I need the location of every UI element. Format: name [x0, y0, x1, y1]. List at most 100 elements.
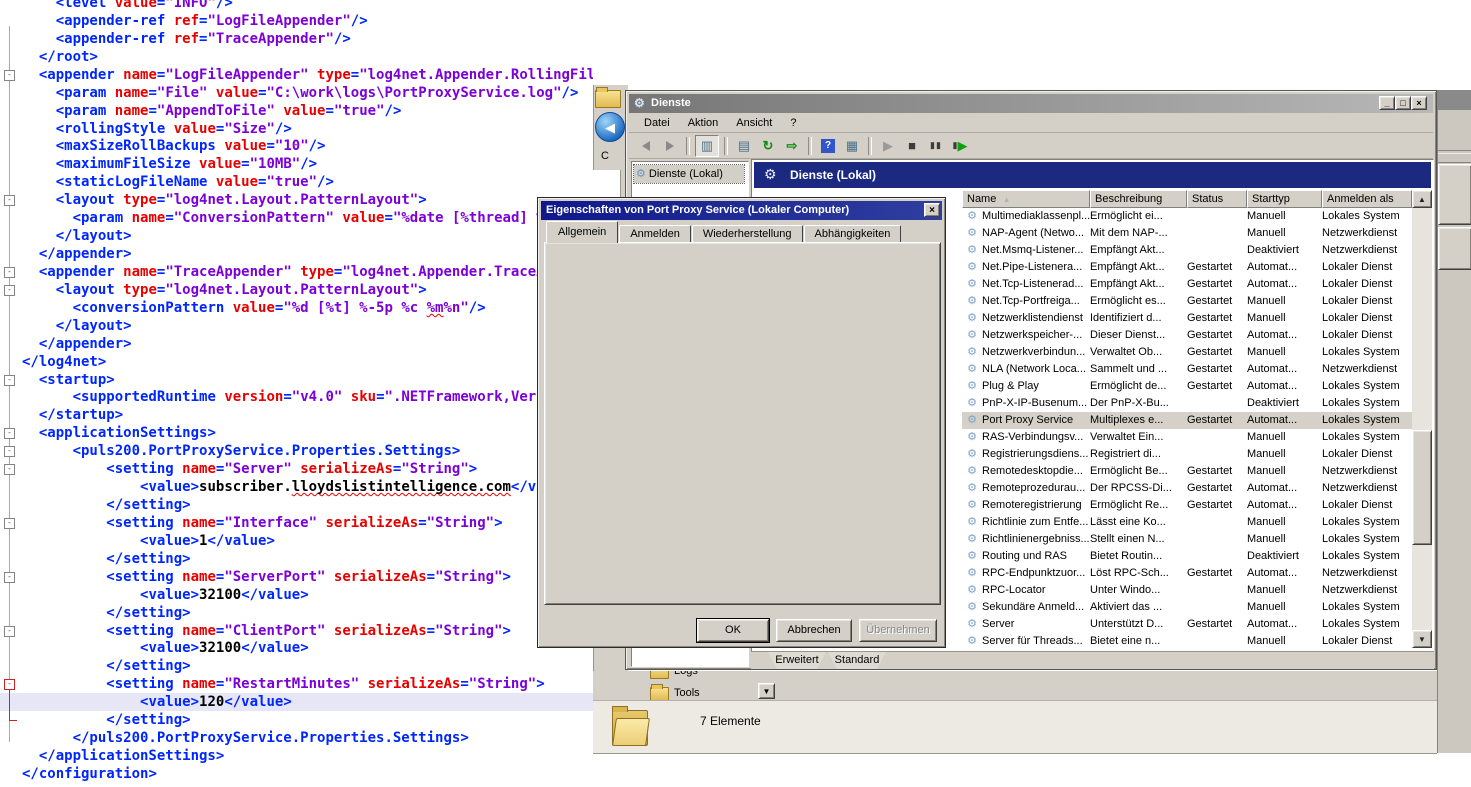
minimize-button[interactable]: _: [1379, 96, 1395, 110]
fold-box-icon[interactable]: -: [4, 285, 15, 296]
code-line[interactable]: <layout type="log4net.Layout.PatternLayo…: [0, 191, 593, 209]
code-line[interactable]: </puls200.PortProxyService.Properties.Se…: [0, 729, 593, 747]
code-line[interactable]: <setting name="Server" serializeAs="Stri…: [0, 460, 593, 478]
stop-service-icon[interactable]: ■: [901, 136, 923, 156]
fold-box-icon[interactable]: -: [4, 195, 15, 206]
code-line[interactable]: <maxSizeRollBackups value="10"/>: [0, 137, 593, 155]
uebernehmen-button[interactable]: Übernehmen: [859, 619, 937, 642]
code-line[interactable]: <supportedRuntime version="v4.0" sku=".N…: [0, 388, 593, 406]
code-line[interactable]: <conversionPattern value="%d [%t] %-5p %…: [0, 299, 593, 317]
code-line[interactable]: <value>32100</value>: [0, 639, 593, 657]
service-row[interactable]: ⚙Remoteprozedurau...Der RPCSS-Di...Gesta…: [962, 480, 1412, 497]
export-list-icon[interactable]: ⇨: [781, 136, 803, 156]
service-row[interactable]: ⚙Sekundäre Anmeld...Aktiviert das ...Man…: [962, 599, 1412, 616]
extended-view-icon[interactable]: ▦: [841, 136, 863, 156]
code-line[interactable]: </appender>: [0, 335, 593, 353]
column-header-status[interactable]: Status: [1187, 190, 1247, 208]
fold-box-selected-icon[interactable]: -: [4, 679, 15, 690]
fold-box-icon[interactable]: -: [4, 518, 15, 529]
service-row[interactable]: ⚙Netzwerkverbindun...Verwaltet Ob...Gest…: [962, 344, 1412, 361]
service-row[interactable]: ⚙Port Proxy ServiceMultiplexes e...Gesta…: [962, 412, 1412, 429]
back-icon[interactable]: [635, 136, 657, 156]
scroll-down-button[interactable]: ▼: [1412, 630, 1432, 648]
code-line[interactable]: </applicationSettings>: [0, 747, 593, 765]
fold-box-icon[interactable]: -: [4, 375, 15, 386]
code-line[interactable]: <level value="INFO"/>: [0, 0, 593, 12]
maximize-button[interactable]: □: [1395, 96, 1411, 110]
ok-button[interactable]: OK: [697, 619, 769, 642]
refresh-icon[interactable]: ↻: [757, 136, 779, 156]
code-line[interactable]: <appender name="TraceAppender" type="log…: [0, 263, 593, 281]
code-line[interactable]: <param name="ConversionPattern" value="%…: [0, 209, 593, 227]
dropdown-arrow-icon[interactable]: ▼: [758, 683, 775, 699]
vertical-scrollbar[interactable]: ▲ ▼: [1412, 190, 1432, 648]
menu-aktion[interactable]: Aktion: [679, 115, 728, 131]
code-line[interactable]: </setting>: [0, 496, 593, 514]
service-row[interactable]: ⚙RPC-LocatorUnter Windo...ManuellNetzwer…: [962, 582, 1412, 599]
service-row[interactable]: ⚙RPC-Endpunktzuor...Löst RPC-Sch...Gesta…: [962, 565, 1412, 582]
code-line[interactable]: <appender-ref ref="TraceAppender"/>: [0, 30, 593, 48]
view-tab-erweitert[interactable]: Erweitert: [768, 652, 826, 669]
view-tab-standard[interactable]: Standard: [828, 652, 886, 669]
code-line[interactable]: </layout>: [0, 317, 593, 335]
service-row[interactable]: ⚙NAP-Agent (Netwo...Mit dem NAP-...Manue…: [962, 225, 1412, 242]
code-line[interactable]: <setting name="ServerPort" serializeAs="…: [0, 568, 593, 586]
code-line[interactable]: </setting>: [0, 604, 593, 622]
service-row[interactable]: ⚙Net.Msmq-Listener...Empfängt Akt...Deak…: [962, 242, 1412, 259]
service-row[interactable]: ⚙PnP-X-IP-Busenum...Der PnP-X-Bu...Deakt…: [962, 395, 1412, 412]
service-row[interactable]: ⚙Richtlinie zum Entfe...Lässt eine Ko...…: [962, 514, 1412, 531]
show-console-tree-icon[interactable]: ▥: [695, 135, 719, 157]
start-service-icon[interactable]: ▶: [877, 136, 899, 156]
scroll-thumb[interactable]: [1412, 430, 1432, 545]
service-row[interactable]: ⚙Server für Threads...Bietet eine n...Ma…: [962, 633, 1412, 650]
code-area[interactable]: <level value="INFO"/> <appender-ref ref=…: [0, 0, 593, 787]
fold-box-icon[interactable]: -: [4, 446, 15, 457]
code-line[interactable]: </startup>: [0, 406, 593, 424]
code-line[interactable]: <maximumFileSize value="10MB"/>: [0, 155, 593, 173]
code-line[interactable]: <setting name="ClientPort" serializeAs="…: [0, 622, 593, 640]
code-line[interactable]: </appender>: [0, 245, 593, 263]
code-line[interactable]: <startup>: [0, 371, 593, 389]
column-header-starttyp[interactable]: Starttyp: [1247, 190, 1322, 208]
service-row[interactable]: ⚙Richtlinienergebniss...Stellt einen N..…: [962, 531, 1412, 548]
code-line[interactable]: </configuration>: [0, 765, 593, 783]
fold-box-icon[interactable]: -: [4, 428, 15, 439]
code-line[interactable]: </log4net>: [0, 353, 593, 371]
code-line[interactable]: <setting name="Interface" serializeAs="S…: [0, 514, 593, 532]
code-line[interactable]: <appender name="LogFileAppender" type="l…: [0, 66, 593, 84]
service-row[interactable]: ⚙ServerUnterstützt D...GestartetAutomat.…: [962, 616, 1412, 633]
code-line[interactable]: </layout>: [0, 227, 593, 245]
fold-box-icon[interactable]: -: [4, 626, 15, 637]
fold-box-icon[interactable]: -: [4, 267, 15, 278]
service-row[interactable]: ⚙RAS-Verbindungsv...Verwaltet Ein...Manu…: [962, 429, 1412, 446]
code-line[interactable]: <appender-ref ref="LogFileAppender"/>: [0, 12, 593, 30]
code-line[interactable]: <param name="File" value="C:\work\logs\P…: [0, 84, 593, 102]
column-header-name[interactable]: Name▴: [962, 190, 1090, 208]
service-row[interactable]: ⚙Netzwerkspeicher-...Dieser Dienst...Ges…: [962, 327, 1412, 344]
properties-icon[interactable]: ▤: [733, 136, 755, 156]
tree-item-dienste-lokal[interactable]: ⚙Dienste (Lokal): [634, 165, 744, 183]
code-line[interactable]: </setting>: [0, 657, 593, 675]
code-line[interactable]: <value>1</value>: [0, 532, 593, 550]
code-line[interactable]: <layout type="log4net.Layout.PatternLayo…: [0, 281, 593, 299]
code-line[interactable]: <value>32100</value>: [0, 586, 593, 604]
service-row[interactable]: ⚙Remotedesktopdie...Ermöglicht Be...Gest…: [962, 463, 1412, 480]
service-row[interactable]: ⚙Net.Tcp-Listenerad...Empfängt Akt...Ges…: [962, 276, 1412, 293]
restart-service-icon[interactable]: ▮▶: [949, 136, 971, 156]
abbrechen-button[interactable]: Abbrechen: [776, 619, 852, 642]
close-button[interactable]: ×: [1411, 96, 1427, 110]
service-row[interactable]: ⚙NetzwerklistendienstIdentifiziert d...G…: [962, 310, 1412, 327]
tab-abhängigkeiten[interactable]: Abhängigkeiten: [804, 225, 902, 243]
menu-ansicht[interactable]: Ansicht: [727, 115, 781, 131]
code-line[interactable]: <value>120</value>: [0, 693, 593, 711]
back-button[interactable]: ◀: [595, 112, 625, 142]
dialog-titlebar[interactable]: Eigenschaften von Port Proxy Service (Lo…: [541, 201, 942, 220]
close-icon[interactable]: ×: [924, 203, 940, 217]
services-window-titlebar[interactable]: ⚙ Dienste _□×: [629, 94, 1433, 113]
code-line[interactable]: <setting name="RestartMinutes" serialize…: [0, 675, 593, 693]
column-header-anmelden-als[interactable]: Anmelden als: [1322, 190, 1412, 208]
code-line[interactable]: </setting>: [0, 711, 593, 729]
service-row[interactable]: ⚙Routing und RASBietet Routin...Deaktivi…: [962, 548, 1412, 565]
service-row[interactable]: ⚙Multimediaklassenpl...Ermöglicht ei...M…: [962, 208, 1412, 225]
tab-allgemein[interactable]: Allgemein: [546, 221, 618, 243]
